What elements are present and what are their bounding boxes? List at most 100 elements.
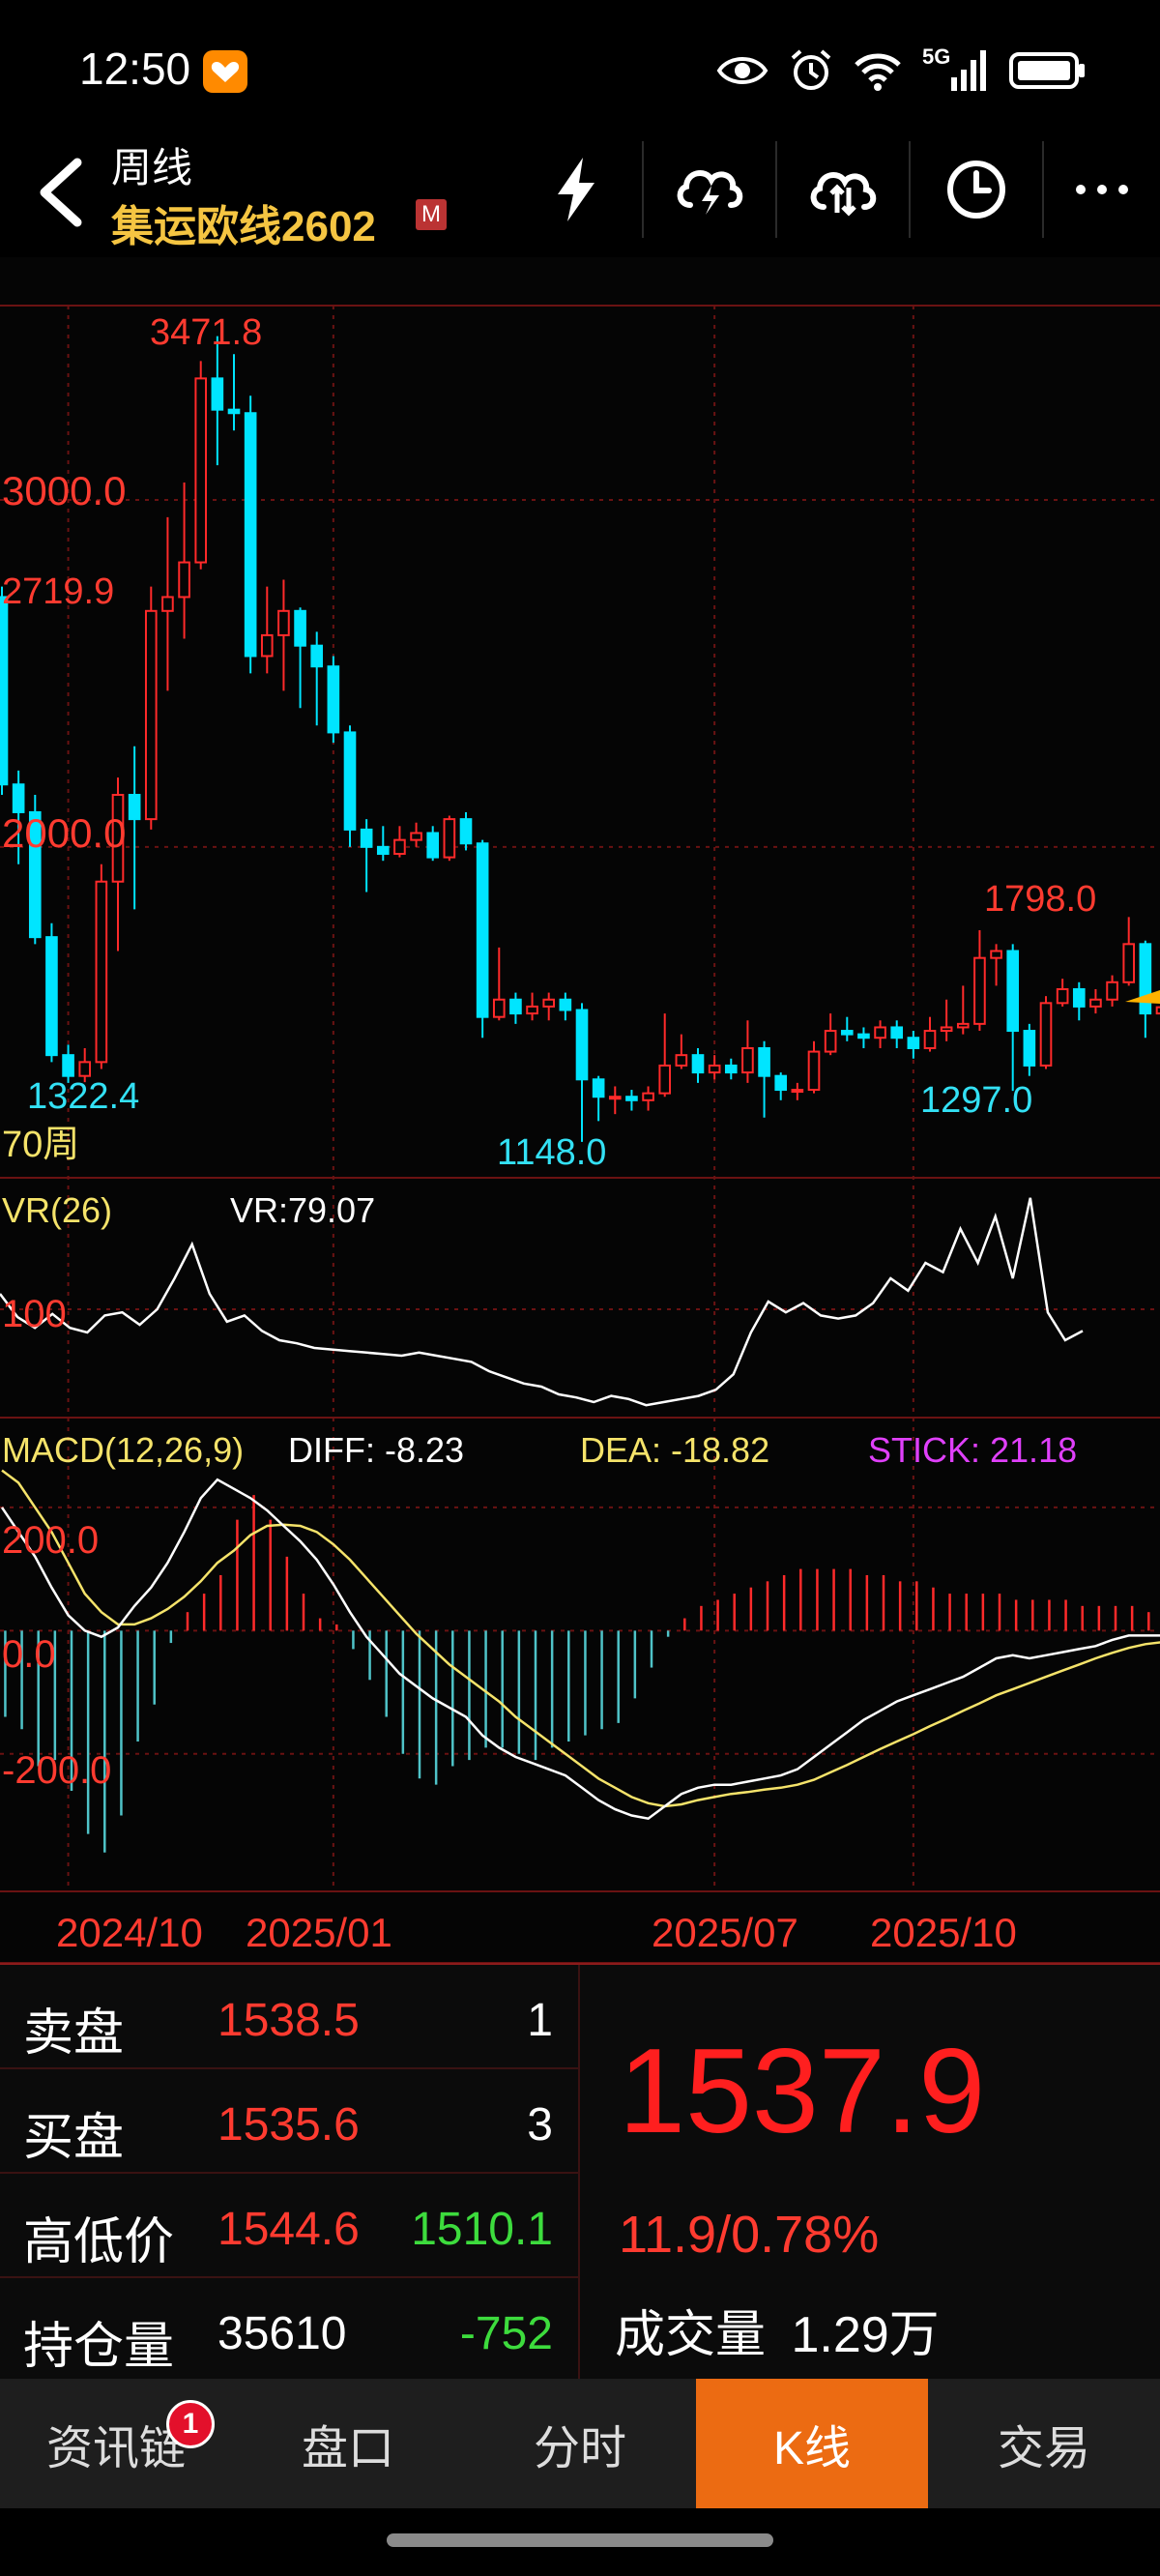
- signal-icon: 5G: [922, 44, 990, 93]
- candle-body: [890, 1026, 904, 1039]
- high-low-label: 高低价: [23, 2214, 175, 2270]
- candle-body: [824, 1030, 837, 1053]
- candle-body: [178, 561, 190, 599]
- candle-body: [0, 596, 9, 786]
- macd-title: MACD(12,26,9): [2, 1430, 244, 1470]
- header-toolbar: [510, 141, 1160, 238]
- candle-body: [642, 1092, 654, 1101]
- candle-body: [724, 1064, 738, 1074]
- candle-body: [78, 1061, 92, 1077]
- candle-body: [526, 1005, 538, 1015]
- candle-body: [492, 998, 506, 1018]
- candle-body: [277, 609, 290, 636]
- price-axis-label-2719: 2719.9: [2, 571, 114, 612]
- history-button[interactable]: [911, 141, 1044, 238]
- open-interest-change: -752: [459, 2308, 553, 2359]
- cloud-condition-order-button[interactable]: [644, 141, 777, 238]
- candle-body: [840, 1030, 854, 1036]
- flash-order-button[interactable]: [510, 141, 644, 238]
- vr-line: [0, 1197, 1084, 1407]
- bid-label: 买盘: [23, 2110, 125, 2166]
- candle-body: [1039, 1002, 1053, 1067]
- volume: 成交量 1.29万: [615, 2294, 940, 2366]
- candle-body: [956, 1022, 970, 1029]
- candle-body: [907, 1037, 920, 1049]
- candle-body: [294, 609, 306, 647]
- candle-body: [128, 794, 141, 821]
- candlesticks: [0, 336, 1160, 1142]
- bid-row[interactable]: 买盘 1535.6 3: [0, 2069, 578, 2174]
- more-button[interactable]: [1044, 141, 1160, 238]
- tab-intraday-label: 分时: [533, 2423, 626, 2474]
- candle-body: [608, 1096, 622, 1100]
- back-button[interactable]: [27, 149, 95, 236]
- candle-body: [1106, 981, 1118, 1001]
- candle-body: [260, 633, 274, 658]
- status-icons: 5G: [715, 44, 1087, 95]
- tab-intraday[interactable]: 分时: [464, 2379, 696, 2508]
- x-axis-label-2024-10: 2024/10: [56, 1910, 203, 1955]
- candle-body: [807, 1050, 821, 1092]
- candle-body: [658, 1064, 672, 1095]
- candle-body: [144, 609, 158, 821]
- macd-axis-label-200: 200.0: [2, 1519, 99, 1562]
- ask-row[interactable]: 卖盘 1538.5 1: [0, 1965, 578, 2069]
- tab-trade-label: 交易: [997, 2423, 1090, 2474]
- candle-body: [227, 408, 241, 415]
- alarm-icon: [791, 49, 831, 90]
- candle-body: [443, 818, 456, 859]
- candle-body: [376, 845, 390, 856]
- tab-news-chain-label: 资讯链: [45, 2423, 186, 2474]
- tab-kline-label: K线: [772, 2423, 852, 2474]
- tab-order-book[interactable]: 盘口: [232, 2379, 464, 2508]
- candle-body: [990, 950, 1002, 959]
- chevron-left-icon: [40, 158, 82, 227]
- cloud-sync-button[interactable]: [777, 141, 911, 238]
- status-bar: 12:50 5G: [0, 0, 1160, 135]
- left-low-label: 1322.4: [27, 1076, 139, 1117]
- open-interest-value: 35610: [218, 2308, 347, 2359]
- candle-body: [310, 644, 324, 668]
- period-label: 周线: [111, 145, 193, 190]
- app-header: 周线 集运欧线2602 M: [0, 135, 1160, 257]
- candle-body: [973, 956, 986, 1025]
- kline-chart[interactable]: 3471.8 3000.0 2719.9 2000.0 1798.0 1322.…: [0, 257, 1160, 1963]
- quote-divider: [578, 1965, 580, 2381]
- volume-value: 1.29万: [791, 2307, 940, 2363]
- recent-low-label: 1297.0: [920, 1080, 1032, 1121]
- candle-body: [774, 1074, 788, 1092]
- candle-body: [758, 1046, 770, 1077]
- candle-body: [343, 731, 357, 831]
- macd-axis-label-neg200: -200.0: [2, 1749, 111, 1792]
- macd-stick-value: STICK: 21.18: [868, 1430, 1077, 1470]
- candle-body: [62, 1054, 74, 1077]
- candle-body: [874, 1026, 886, 1039]
- macd-dea-line: [1, 1469, 1160, 1808]
- quote-panel: 卖盘 1538.5 1 买盘 1535.6 3 高低价 1544.6 1510.…: [0, 1963, 1160, 2381]
- x-axis-label-2025-07: 2025/07: [652, 1910, 798, 1955]
- kline-chart-area[interactable]: 3471.8 3000.0 2719.9 2000.0 1798.0 1322.…: [0, 257, 1160, 1963]
- ask-qty: 1: [527, 1995, 553, 2046]
- tab-kline[interactable]: K线: [696, 2379, 928, 2508]
- candle-body: [791, 1089, 804, 1094]
- x-axis-label-2025-10: 2025/10: [870, 1910, 1017, 1955]
- candle-body: [459, 818, 473, 845]
- candle-body: [1023, 1030, 1036, 1067]
- price-high-label: 3471.8: [150, 312, 262, 353]
- candle-body: [1056, 987, 1069, 1005]
- main-contract-badge: M: [416, 199, 447, 230]
- tab-trade[interactable]: 交易: [928, 2379, 1160, 2508]
- unread-badge: 1: [166, 2400, 215, 2448]
- cloud-sync-icon: [810, 171, 877, 217]
- macd-diff-value: DIFF: -8.23: [288, 1430, 464, 1470]
- home-indicator[interactable]: [387, 2533, 773, 2547]
- candle-body: [95, 880, 108, 1064]
- candle-body: [426, 832, 440, 859]
- candle-body: [691, 1054, 705, 1074]
- eye-icon: [716, 57, 768, 84]
- status-time: 12:50: [79, 44, 191, 94]
- tab-news-chain[interactable]: 资讯链 1: [0, 2379, 232, 2508]
- clock-icon: [947, 161, 1005, 219]
- candle-body: [393, 838, 406, 856]
- contract-title[interactable]: 集运欧线2602: [111, 191, 376, 253]
